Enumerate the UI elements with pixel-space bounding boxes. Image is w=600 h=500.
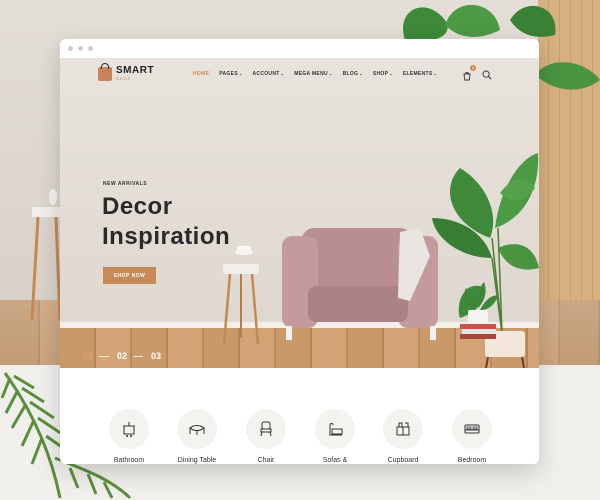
cart-button[interactable]: 0 bbox=[462, 65, 476, 81]
category-icon-circle bbox=[383, 409, 423, 449]
hero-small-plant bbox=[460, 282, 498, 339]
category-label: Sofas & bbox=[322, 457, 348, 464]
site-logo[interactable]: SMART SHOP bbox=[98, 62, 154, 81]
category-label: Cupboard bbox=[387, 457, 419, 464]
hero-armchair bbox=[282, 228, 438, 340]
chevron-down-icon: ⌄ bbox=[238, 71, 243, 76]
category-bathroom[interactable]: Bathroom bbox=[97, 409, 161, 464]
shop-now-button[interactable]: SHOP NOW bbox=[103, 267, 156, 284]
hero-banner: SMART SHOP HOME PAGES⌄ ACCOUNT⌄ MEGA MEN… bbox=[60, 58, 539, 368]
chevron-down-icon: ⌄ bbox=[359, 71, 363, 76]
cart-icon bbox=[463, 72, 471, 81]
slide-separator bbox=[133, 355, 144, 357]
main-menu: HOME PAGES⌄ ACCOUNT⌄ MEGA MENU⌄ BLOG⌄ SH… bbox=[193, 71, 437, 77]
browser-titlebar bbox=[60, 39, 539, 58]
cupboard-icon bbox=[396, 422, 410, 436]
category-cupboard[interactable]: Cupboard bbox=[371, 409, 435, 464]
bathroom-icon bbox=[123, 422, 135, 437]
category-bedroom[interactable]: Bedroom bbox=[440, 409, 504, 464]
cart-count-badge: 0 bbox=[470, 65, 476, 71]
menu-item-blog[interactable]: BLOG⌄ bbox=[343, 71, 363, 77]
chevron-down-icon: ⌄ bbox=[433, 71, 438, 76]
slide-indicator-2-label: 02 bbox=[117, 351, 128, 361]
shopping-bag-icon bbox=[98, 62, 112, 81]
slide-indicator-2[interactable]: 02 bbox=[117, 351, 144, 361]
chair-icon bbox=[260, 421, 272, 437]
slide-indicator-3[interactable]: 03 bbox=[151, 351, 161, 361]
hero-headline-line1: Decor bbox=[102, 193, 173, 220]
window-dot-minimize[interactable] bbox=[78, 46, 83, 51]
chevron-down-icon: ⌄ bbox=[280, 71, 285, 76]
menu-item-elements[interactable]: ELEMENTS⌄ bbox=[403, 71, 437, 77]
slide-indicator-1-label: 01 bbox=[83, 351, 94, 361]
bed-icon bbox=[464, 424, 480, 434]
category-icon-circle bbox=[109, 409, 149, 449]
hero-side-table bbox=[222, 246, 260, 345]
menu-item-pages-label: PAGES bbox=[219, 71, 238, 77]
category-dining-table[interactable]: Dining Table bbox=[165, 409, 229, 464]
menu-item-shop[interactable]: SHOP⌄ bbox=[373, 71, 393, 77]
menu-item-blog-label: BLOG bbox=[342, 71, 359, 77]
category-icon-circle bbox=[246, 409, 286, 449]
logo-tagline: SHOP bbox=[116, 76, 132, 81]
category-strip: Bathroom Dining Table Chair Sofas & Cupb… bbox=[60, 409, 539, 464]
menu-item-account[interactable]: ACCOUNT⌄ bbox=[253, 71, 285, 77]
dining-table-icon bbox=[189, 425, 205, 435]
window-dot-maximize[interactable] bbox=[88, 46, 93, 51]
category-label: Chair bbox=[257, 457, 275, 464]
hero-eyebrow: NEW ARRIVALS bbox=[103, 181, 148, 187]
menu-item-mega-menu-label: MEGA MENU bbox=[294, 71, 328, 77]
logo-text: SMART SHOP bbox=[116, 66, 154, 81]
slide-pagination: 01 02 03 bbox=[83, 351, 161, 361]
category-icon-circle bbox=[177, 409, 217, 449]
site-header: SMART SHOP HOME PAGES⌄ ACCOUNT⌄ MEGA MEN… bbox=[60, 58, 539, 92]
hero-headline: Decor Inspiration bbox=[102, 192, 230, 252]
window-dot-close[interactable] bbox=[68, 46, 73, 51]
category-label: Bathroom bbox=[113, 457, 145, 464]
menu-item-pages[interactable]: PAGES⌄ bbox=[219, 71, 242, 77]
category-icon-circle bbox=[452, 409, 492, 449]
menu-item-shop-label: SHOP bbox=[372, 71, 389, 77]
sofa-icon bbox=[329, 423, 343, 436]
slide-separator bbox=[99, 355, 110, 357]
category-chair[interactable]: Chair bbox=[234, 409, 298, 464]
hero-headline-line2: Inspiration bbox=[102, 223, 231, 250]
menu-item-elements-label: ELEMENTS bbox=[402, 71, 433, 77]
menu-item-home-label: HOME bbox=[193, 71, 210, 77]
category-label: Dining Table bbox=[177, 457, 217, 464]
slide-indicator-1[interactable]: 01 bbox=[83, 351, 110, 361]
search-button[interactable] bbox=[482, 67, 493, 80]
browser-window: SMART SHOP HOME PAGES⌄ ACCOUNT⌄ MEGA MEN… bbox=[60, 39, 539, 464]
category-label: Bedroom bbox=[457, 457, 487, 464]
logo-title: SMART bbox=[116, 65, 155, 76]
chevron-down-icon: ⌄ bbox=[328, 71, 333, 76]
menu-item-home[interactable]: HOME bbox=[193, 71, 209, 77]
menu-item-mega-menu[interactable]: MEGA MENU⌄ bbox=[294, 71, 332, 77]
search-icon bbox=[482, 70, 492, 80]
menu-item-account-label: ACCOUNT bbox=[252, 71, 280, 77]
category-icon-circle bbox=[315, 409, 355, 449]
slide-indicator-3-label: 03 bbox=[151, 351, 162, 361]
chevron-down-icon: ⌄ bbox=[389, 71, 393, 76]
category-sofas[interactable]: Sofas & bbox=[303, 409, 367, 464]
